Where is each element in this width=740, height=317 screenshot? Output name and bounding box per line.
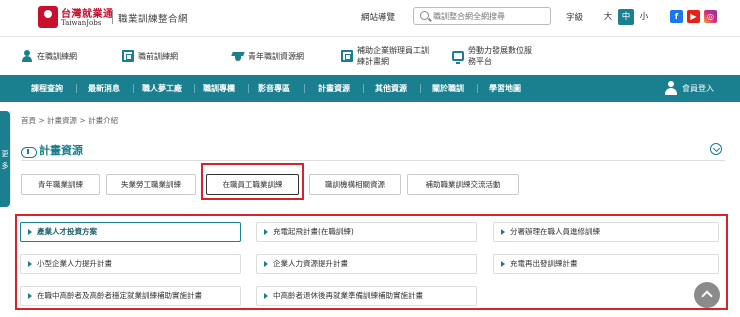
active-tab-highlight-box bbox=[201, 163, 304, 200]
page-title: 計畫資源 bbox=[39, 144, 83, 157]
nav-dream-factory[interactable]: 職人夢工廠 bbox=[142, 75, 182, 102]
shortcut-label: 職前訓練網 bbox=[138, 51, 178, 61]
font-size-label: 字級 bbox=[566, 13, 584, 23]
shortcut-label: 勞動力發展數位服 務平台 bbox=[468, 45, 532, 67]
cloud-download-icon bbox=[21, 144, 37, 158]
breadcrumb[interactable]: 首頁 > 計畫資源 > 計畫介紹 bbox=[21, 115, 118, 126]
nav-training-column[interactable]: 職訓專欄 bbox=[203, 75, 235, 102]
side-more-label: 更 多 bbox=[0, 148, 10, 172]
program-item[interactable]: 充電再出發訓練計畫 bbox=[493, 254, 719, 274]
program-label: 中高齡者退休後再就業準備訓練補助實施計畫 bbox=[273, 291, 423, 300]
font-size-large-button[interactable]: 大 bbox=[600, 9, 616, 25]
caret-right-icon bbox=[264, 229, 268, 235]
program-item[interactable]: 充電起飛計畫(在職訓練) bbox=[256, 222, 477, 242]
member-icon[interactable] bbox=[665, 81, 677, 95]
collapse-chevron-icon[interactable] bbox=[710, 143, 722, 155]
nav-separator bbox=[194, 84, 195, 93]
logo-chinese-name[interactable]: 台灣就業通 bbox=[61, 5, 114, 20]
nav-separator bbox=[420, 84, 421, 93]
program-item[interactable]: 企業人力資源提升計畫 bbox=[256, 254, 477, 274]
graduation-cap-icon bbox=[232, 50, 244, 62]
shortcut-label: 青年職訓資源網 bbox=[248, 51, 304, 61]
nav-separator bbox=[133, 84, 134, 93]
building-icon bbox=[122, 50, 134, 62]
shortcut-label-line2: 練計畫網 bbox=[357, 57, 389, 66]
title-underline bbox=[21, 160, 725, 161]
nav-video-zone[interactable]: 影音專區 bbox=[258, 75, 290, 102]
caret-right-icon bbox=[501, 261, 505, 267]
nav-program-resources[interactable]: 計畫資源 bbox=[318, 75, 350, 102]
font-size-small-button[interactable]: 小 bbox=[636, 9, 652, 25]
shortcut-label-line2: 務平台 bbox=[468, 57, 492, 66]
program-item[interactable]: 產業人才投資方案 bbox=[20, 222, 241, 242]
tab-institution-resources[interactable]: 職訓機構相關資源 bbox=[309, 174, 401, 195]
site-map-link[interactable]: 網站導覽 bbox=[361, 11, 395, 23]
monitor-icon bbox=[452, 51, 464, 64]
nav-separator bbox=[304, 84, 305, 93]
facebook-icon[interactable]: f bbox=[670, 10, 683, 23]
scroll-to-top-button[interactable] bbox=[694, 282, 720, 308]
shortcut-enterprise-subsidy[interactable]: 補助企業辦理員工訓 練計畫網 bbox=[341, 37, 429, 75]
caret-right-icon bbox=[28, 229, 32, 235]
program-label: 企業人力資源提升計畫 bbox=[273, 259, 348, 268]
taiwanjobs-logo-icon[interactable] bbox=[38, 6, 58, 28]
nav-course-search[interactable]: 課程查詢 bbox=[31, 75, 63, 102]
shortcut-youth-training[interactable]: 青年職訓資源網 bbox=[232, 37, 304, 75]
caret-right-icon bbox=[501, 229, 505, 235]
side-more-label-line2: 多 bbox=[1, 162, 9, 170]
shortcut-label-line1: 勞動力發展數位服 bbox=[468, 46, 532, 55]
youtube-icon[interactable]: ▶ bbox=[687, 10, 700, 23]
program-label: 產業人才投資方案 bbox=[37, 227, 97, 236]
program-item[interactable]: 小型企業人力提升計畫 bbox=[20, 254, 241, 274]
tab-unemployed-training[interactable]: 失業勞工職業訓練 bbox=[106, 174, 196, 195]
logo-divider bbox=[112, 10, 113, 24]
tab-youth-training[interactable]: 青年職業訓練 bbox=[21, 174, 100, 195]
tab-exchange-activities[interactable]: 補助職業訓練交流活動 bbox=[407, 174, 519, 195]
shortcut-pre-employment-training[interactable]: 職前訓練網 bbox=[122, 37, 178, 75]
shortcut-in-service-training[interactable]: 在職訓練網 bbox=[21, 37, 77, 75]
program-item[interactable]: 中高齡者退休後再就業準備訓練補助實施計畫 bbox=[256, 286, 477, 306]
program-item[interactable]: 在職中高齡者及高齡者穩定就業訓練補助實施計畫 bbox=[20, 286, 241, 306]
nav-about[interactable]: 關於職訓 bbox=[432, 75, 464, 102]
main-nav: 課程查詢 最新消息 職人夢工廠 職訓專欄 影音專區 計畫資源 其他資源 關於職訓… bbox=[0, 75, 740, 102]
member-login-link[interactable]: 會員登入 bbox=[682, 75, 714, 102]
building-icon bbox=[341, 50, 353, 62]
shortcut-label: 補助企業辦理員工訓 練計畫網 bbox=[357, 45, 429, 67]
instagram-icon[interactable]: ◎ bbox=[704, 10, 717, 23]
program-label: 充電再出發訓練計畫 bbox=[510, 259, 578, 268]
search-input[interactable] bbox=[433, 9, 548, 23]
search-box[interactable] bbox=[413, 7, 551, 25]
program-label: 充電起飛計畫(在職訓練) bbox=[273, 227, 354, 236]
nav-separator bbox=[76, 84, 77, 93]
nav-separator bbox=[477, 84, 478, 93]
page-head: 計畫資源 bbox=[21, 142, 83, 158]
program-label: 在職中高齡者及高齡者穩定就業訓練補助實施計畫 bbox=[37, 291, 202, 300]
top-bar: 台灣就業通 TaiwanJobs 職業訓練整合網 網站導覽 字級 大 中 小 f… bbox=[0, 0, 740, 35]
shortcut-label-line1: 補助企業辦理員工訓 bbox=[357, 46, 429, 55]
side-more-label-line1: 更 bbox=[1, 150, 9, 158]
program-label: 分署辦理在職人員進修訓練 bbox=[510, 227, 600, 236]
caret-right-icon bbox=[28, 293, 32, 299]
search-icon[interactable] bbox=[420, 11, 429, 20]
shortcut-row: 在職訓練網 職前訓練網 青年職訓資源網 補助企業辦理員工訓 練計畫網 勞動力發展… bbox=[0, 36, 740, 74]
program-item[interactable]: 分署辦理在職人員進修訓練 bbox=[493, 222, 719, 242]
person-icon bbox=[21, 50, 33, 62]
shortcut-digital-platform[interactable]: 勞動力發展數位服 務平台 bbox=[452, 37, 532, 75]
logo-english-name[interactable]: TaiwanJobs bbox=[61, 19, 101, 27]
site-name[interactable]: 職業訓練整合網 bbox=[118, 11, 188, 25]
font-size-medium-button[interactable]: 中 bbox=[618, 9, 634, 25]
content-divider bbox=[10, 111, 11, 207]
nav-separator bbox=[248, 84, 249, 93]
nav-learning-map[interactable]: 學習地圖 bbox=[489, 75, 521, 102]
nav-separator bbox=[363, 84, 364, 93]
nav-other-resources[interactable]: 其他資源 bbox=[375, 75, 407, 102]
caret-right-icon bbox=[264, 293, 268, 299]
program-label: 小型企業人力提升計畫 bbox=[37, 259, 112, 268]
caret-right-icon bbox=[28, 261, 32, 267]
nav-latest-news[interactable]: 最新消息 bbox=[88, 75, 120, 102]
shortcut-label: 在職訓練網 bbox=[37, 51, 77, 61]
caret-right-icon bbox=[264, 261, 268, 267]
